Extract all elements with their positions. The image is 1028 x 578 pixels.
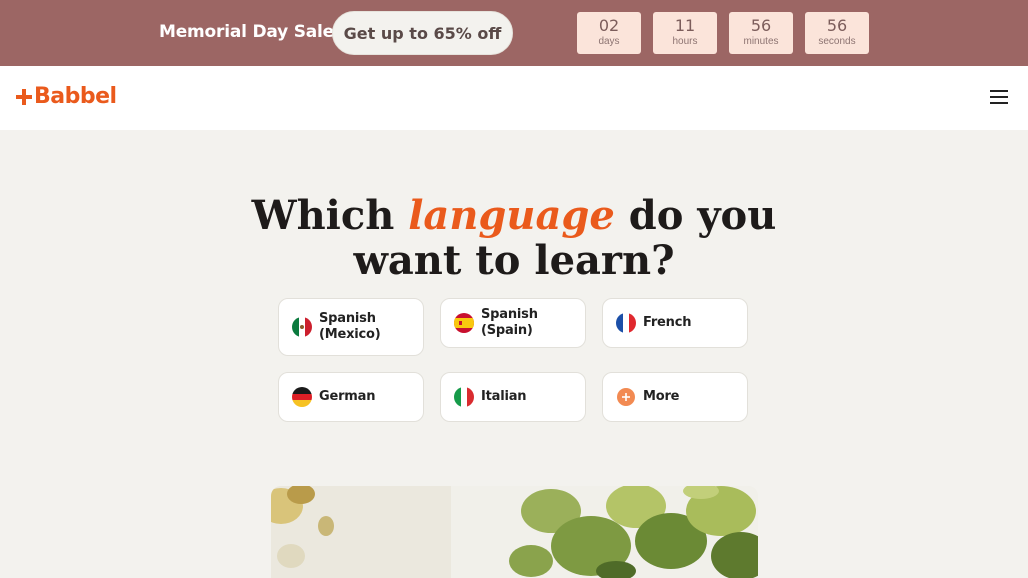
page-title: Which language do you want to learn? [0,193,1028,283]
title-part: Which [251,192,409,239]
hero-photo [271,486,758,578]
countdown-value: 56 [826,16,848,35]
spain-flag-icon [454,313,474,333]
language-label: Italian [481,389,527,404]
hamburger-menu-icon[interactable] [990,90,1010,106]
countdown-minutes: 56 minutes [729,12,793,54]
countdown-hours: 11 hours [653,12,717,54]
plus-icon [616,387,636,407]
countdown-unit: minutes [743,36,779,47]
title-line-2: want to learn? [353,237,675,284]
countdown-unit: hours [672,36,698,47]
title-part: do you [614,192,777,239]
language-label: French [643,315,692,330]
language-option-french[interactable]: French [602,298,748,348]
germany-flag-icon [292,387,312,407]
countdown-value: 11 [674,16,696,35]
logo-text: Babbel [34,84,117,109]
language-option-more[interactable]: More [602,372,748,422]
countdown-days: 02 days [577,12,641,54]
language-label: Spanish (Spain) [481,307,538,338]
language-option-italian[interactable]: Italian [440,372,586,422]
promo-banner: Memorial Day Sale! Get up to 65% off 02 … [0,0,1028,66]
language-option-german[interactable]: German [278,372,424,422]
countdown-value: 02 [598,16,620,35]
language-option-spanish-mexico[interactable]: Spanish (Mexico) [278,298,424,356]
countdown-unit: days [598,36,620,47]
promo-cta-button[interactable]: Get up to 65% off [332,11,513,55]
title-highlight: language [408,192,615,239]
countdown-value: 56 [750,16,772,35]
italy-flag-icon [454,387,474,407]
mexico-flag-icon [292,317,312,337]
france-flag-icon [616,313,636,333]
plus-icon [16,88,32,105]
babbel-logo[interactable]: Babbel [16,84,117,109]
countdown-seconds: 56 seconds [805,12,869,54]
language-label: German [319,389,376,404]
promo-title: Memorial Day Sale! [159,22,342,42]
site-header: Babbel [0,66,1028,130]
language-label: More [643,389,680,404]
countdown-unit: seconds [818,36,856,47]
language-option-spanish-spain[interactable]: Spanish (Spain) [440,298,586,348]
language-label: Spanish (Mexico) [319,311,381,342]
